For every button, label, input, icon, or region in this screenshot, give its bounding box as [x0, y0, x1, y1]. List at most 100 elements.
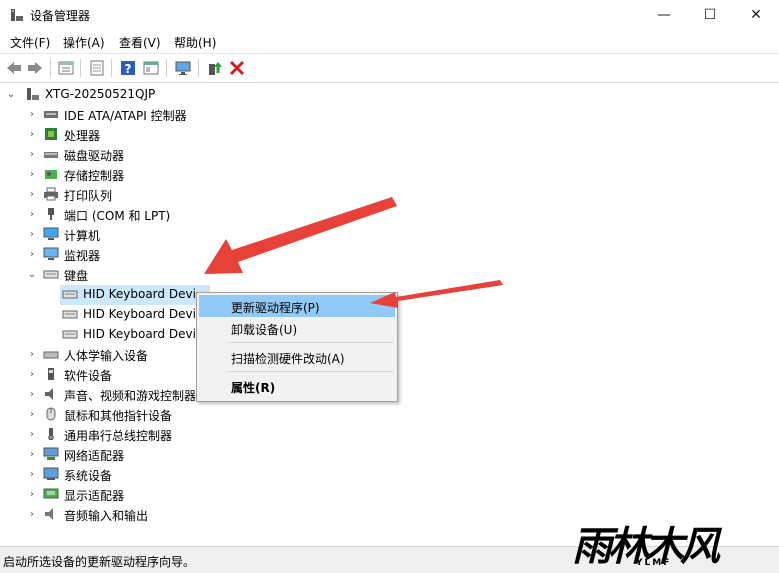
display-adapter-icon [43, 488, 59, 499]
hid-icon [43, 351, 59, 359]
category-label: 通用串行总线控制器 [64, 429, 173, 443]
expand-chevron-icon[interactable]: › [26, 384, 38, 404]
port-icon [48, 208, 54, 220]
device-label: HID Keyboard Devi [83, 287, 196, 301]
expand-chevron-icon[interactable]: › [26, 244, 38, 264]
expand-chevron-icon[interactable]: › [26, 124, 38, 144]
svg-text:?: ? [125, 62, 132, 76]
menu-properties[interactable]: 属性(R) [199, 375, 395, 397]
menu-properties-label: 属性(R) [231, 381, 276, 395]
category-label: 音频输入和输出 [64, 509, 149, 523]
view-panel-icon[interactable] [142, 59, 160, 77]
watermark-logo: 雨林木风 YLMF [572, 514, 772, 570]
device-label: HID Keyboard Devi [83, 327, 196, 341]
category-label: 显示适配器 [64, 489, 125, 503]
printer-icon [44, 187, 58, 201]
keyboard-icon [62, 290, 78, 299]
expand-chevron-icon[interactable]: › [26, 344, 38, 364]
category-label: 声音、视频和游戏控制器 [64, 389, 197, 403]
help-icon[interactable]: ? [119, 59, 137, 77]
keyboard-icon [62, 330, 78, 339]
keyboard-icon [43, 270, 59, 279]
minimize-button[interactable]: — [641, 0, 687, 30]
expand-chevron-icon[interactable]: › [26, 144, 38, 164]
expand-chevron-icon[interactable]: › [26, 224, 38, 244]
storage-controller-icon [45, 170, 57, 179]
context-menu: 更新驱动程序(P) 卸载设备(U) 扫描检测硬件改动(A) 属性(R) [196, 292, 398, 402]
expand-chevron-icon[interactable]: › [26, 104, 38, 124]
expand-chevron-icon[interactable]: › [26, 484, 38, 504]
expand-chevron-icon[interactable]: › [26, 204, 38, 224]
speaker-icon [45, 388, 53, 400]
category-label: 端口 (COM 和 LPT) [64, 209, 171, 223]
collapse-chevron-icon[interactable]: ⌄ [26, 264, 38, 284]
expand-chevron-icon[interactable]: › [26, 364, 38, 384]
category-label: 监视器 [64, 249, 101, 263]
menu-bar: 文件(F) 操作(A) 查看(V) 帮助(H) [0, 31, 779, 53]
toolbar-divider [111, 59, 112, 77]
expand-chevron-icon[interactable]: › [26, 424, 38, 444]
menu-help[interactable]: 帮助(H) [174, 34, 216, 51]
toolbar-divider [166, 59, 167, 77]
expand-chevron-icon[interactable]: › [26, 164, 38, 184]
keyboard-icon [62, 310, 78, 319]
category-label: 处理器 [64, 129, 101, 143]
window-title: 设备管理器 [30, 9, 91, 23]
device-manager-icon [11, 9, 23, 21]
menu-view[interactable]: 查看(V) [119, 34, 161, 51]
menu-scan-hardware[interactable]: 扫描检测硬件改动(A) [199, 346, 395, 368]
title-bar: 设备管理器 — ☐ ✕ [0, 0, 779, 30]
watermark-sub-text: YLMF [636, 558, 672, 568]
toolbar-divider [80, 59, 81, 77]
menu-uninstall-device[interactable]: 卸载设备(U) [199, 317, 395, 339]
toolbar-divider [198, 59, 199, 77]
category-label: 键盘 [64, 269, 89, 283]
close-button[interactable]: ✕ [733, 0, 779, 30]
computer-icon [43, 227, 59, 240]
expand-chevron-icon[interactable]: › [26, 184, 38, 204]
document-icon[interactable] [88, 59, 106, 77]
menu-divider [227, 342, 393, 343]
category-label: 鼠标和其他指针设备 [64, 409, 173, 423]
device-label: HID Keyboard Devi [83, 307, 196, 321]
mouse-icon [46, 407, 56, 421]
usb-icon [48, 428, 54, 440]
expand-chevron-icon[interactable]: › [26, 404, 38, 424]
category-label: 人体学输入设备 [64, 349, 149, 363]
expand-chevron-icon[interactable]: › [26, 444, 38, 464]
software-device-icon [48, 368, 54, 380]
category-label: 磁盘驱动器 [64, 149, 125, 163]
collapse-chevron-icon[interactable]: ⌄ [5, 84, 17, 104]
category-label: IDE ATA/ATAPI 控制器 [64, 109, 187, 123]
category-label: 网络适配器 [64, 449, 125, 463]
maximize-button[interactable]: ☐ [687, 0, 733, 30]
expand-chevron-icon[interactable]: › [26, 464, 38, 484]
category-label: 软件设备 [64, 369, 113, 383]
menu-update-driver-label: 更新驱动程序(P) [231, 301, 320, 315]
monitor-icon [43, 247, 59, 260]
ide-controller-icon [44, 111, 58, 118]
system-device-icon [43, 467, 59, 480]
toolbar: ? [0, 53, 779, 83]
uninstall-icon[interactable] [228, 59, 246, 77]
computer-root-icon [27, 88, 39, 100]
toolbar-divider [50, 59, 51, 77]
expand-chevron-icon[interactable]: › [26, 504, 38, 524]
menu-action[interactable]: 操作(A) [63, 34, 105, 51]
menu-file[interactable]: 文件(F) [10, 34, 50, 51]
properties-panel-icon[interactable] [57, 59, 75, 77]
category-label: 存储控制器 [64, 169, 125, 183]
category-label: 打印队列 [64, 189, 113, 203]
back-icon[interactable] [5, 59, 23, 77]
menu-divider [227, 371, 393, 372]
status-text: 启动所选设备的更新驱动程序向导。 [3, 555, 196, 569]
update-driver-icon[interactable] [206, 59, 224, 77]
audio-icon [45, 508, 53, 520]
network-adapter-icon [43, 447, 59, 460]
menu-uninstall-label: 卸载设备(U) [231, 323, 298, 337]
processor-icon [45, 128, 57, 140]
monitor-scan-icon[interactable] [174, 59, 192, 77]
menu-update-driver[interactable]: 更新驱动程序(P) [199, 295, 395, 317]
forward-icon[interactable] [26, 59, 44, 77]
category-label: 系统设备 [64, 469, 113, 483]
